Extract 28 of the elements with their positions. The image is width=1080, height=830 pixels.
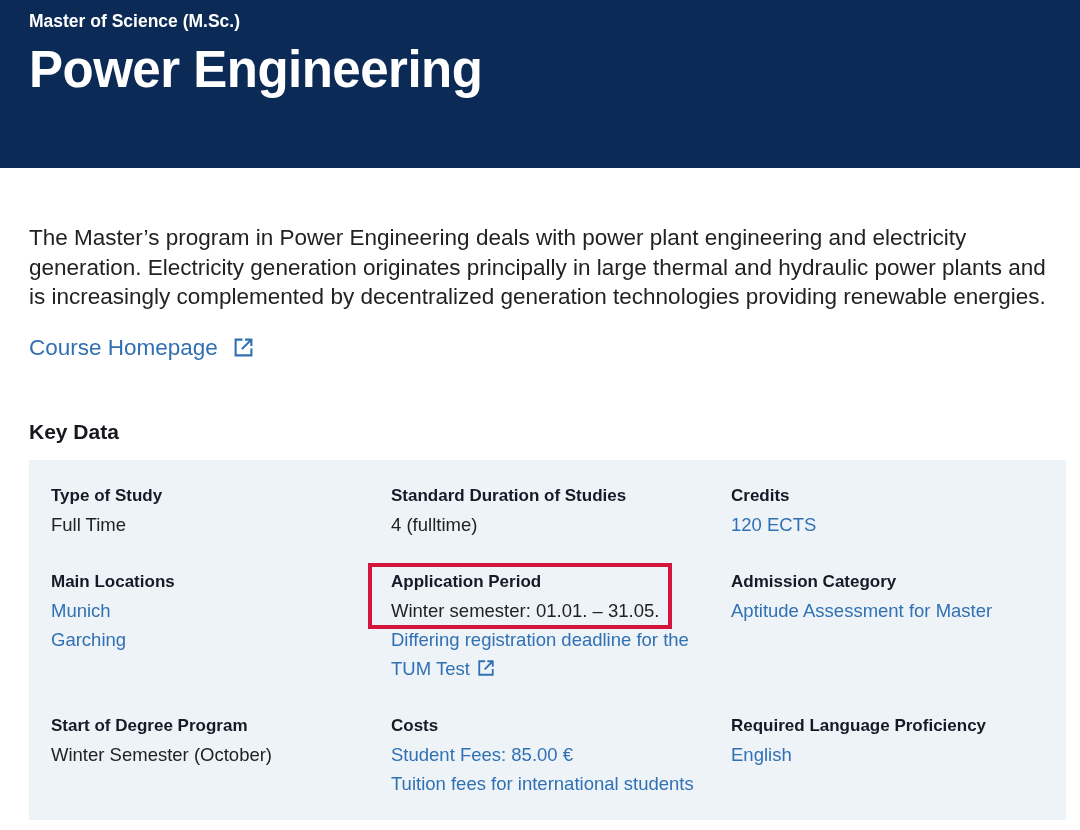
external-link-icon	[232, 337, 254, 358]
data-link[interactable]: 120 ECTS	[731, 509, 817, 539]
section-heading: Key Data	[29, 418, 119, 445]
data-label: Start of Degree Program	[51, 714, 248, 737]
course-homepage-link[interactable]: Course Homepage	[29, 332, 254, 363]
data-label: Type of Study	[51, 484, 163, 507]
program-description: The Master’s program in Power Engineering deals with power plant engineering and electricity generation. Electricity generation originates principally in large thermal and hydraulic power plants and is increasingly complemented by decentralized generation technologies providing renewable energies.	[29, 224, 1047, 311]
data-value: Full Time	[51, 512, 127, 537]
data-link[interactable]: Munich	[51, 595, 111, 625]
data-label: Application Period	[391, 570, 542, 593]
data-label: Credits	[731, 484, 790, 507]
data-value: Winter Semester (October)	[51, 742, 273, 767]
data-value: 4 (fulltime)	[391, 512, 478, 537]
data-label: Required Language Proficiency	[731, 714, 987, 737]
external-link-icon	[476, 658, 495, 677]
program-title: Power Engineering	[29, 40, 483, 100]
data-link[interactable]: Differing registration deadline for the TUM Test	[391, 624, 713, 683]
data-label: Standard Duration of Studies	[391, 484, 627, 507]
degree-label: Master of Science (M.Sc.)	[29, 10, 241, 33]
data-value: Winter semester: 01.01. – 31.05.	[391, 598, 660, 623]
data-link[interactable]: English	[731, 739, 792, 769]
data-label: Costs	[391, 714, 439, 737]
data-link[interactable]: Garching	[51, 624, 127, 654]
data-link[interactable]: Aptitude Assessment for Master	[731, 595, 993, 625]
data-label: Admission Category	[731, 570, 897, 593]
data-label: Main Locations	[51, 570, 175, 593]
data-link[interactable]: Tuition fees for international students	[391, 768, 694, 798]
data-link[interactable]: Student Fees: 85.00 €	[391, 739, 574, 769]
